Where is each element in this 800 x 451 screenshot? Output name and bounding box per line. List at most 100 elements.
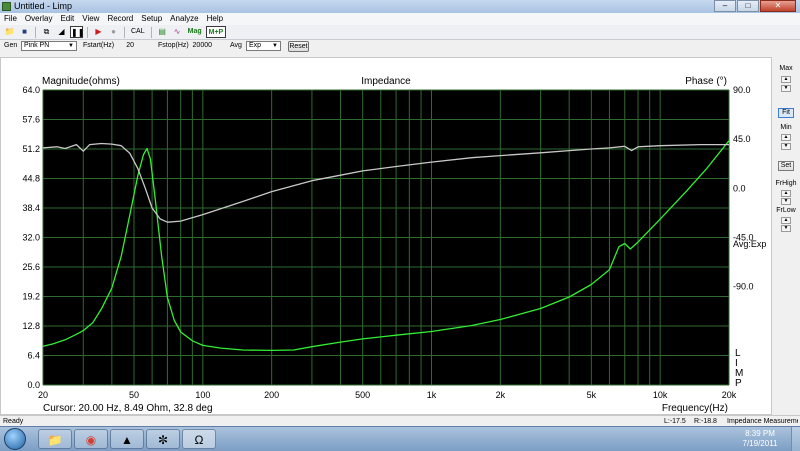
menu-view[interactable]: View <box>78 13 103 25</box>
fstart-field[interactable]: 20 <box>116 41 134 51</box>
y2-tick-label: -90.0 <box>733 282 754 292</box>
save-icon[interactable]: ■ <box>18 26 31 38</box>
menu-analyze[interactable]: Analyze <box>166 13 202 25</box>
y-tick-label: 25.6 <box>22 262 40 272</box>
max-spin-down[interactable]: ▼ <box>781 85 791 92</box>
menu-help[interactable]: Help <box>203 13 227 25</box>
min-spin-up[interactable]: ▲ <box>781 134 791 141</box>
frhigh-spin-down[interactable]: ▼ <box>781 198 791 205</box>
x-tick-label: 2k <box>496 390 506 400</box>
chrome-icon: ◉ <box>85 433 97 447</box>
menu-bar: File Overlay Edit View Record Setup Anal… <box>0 13 800 25</box>
y-tick-label: 64.0 <box>22 85 40 95</box>
taskbar-chrome[interactable]: ◉ <box>74 429 108 449</box>
mag-button[interactable]: Mag <box>186 26 204 38</box>
taskbar-limp[interactable]: Ω <box>182 429 216 449</box>
frhigh-label: FrHigh <box>775 180 797 187</box>
y-axis-title: Magnitude(ohms) <box>42 76 120 87</box>
x-axis-title: Frequency(Hz) <box>662 403 728 414</box>
chevron-down-icon: ▼ <box>68 43 74 49</box>
toolbar-separator <box>35 26 36 38</box>
x-tick-label: 1k <box>427 390 437 400</box>
minimize-button[interactable]: – <box>714 0 736 12</box>
window-controls: – □ ✕ <box>714 0 796 13</box>
set-button[interactable]: Set <box>778 161 794 171</box>
reset-button[interactable]: Reset <box>288 41 309 52</box>
show-desktop-button[interactable] <box>791 427 800 451</box>
spiral-icon: ✼ <box>157 433 169 447</box>
gen-select-value: Pink PN <box>24 42 50 49</box>
x-tick-label: 500 <box>355 390 370 400</box>
menu-record[interactable]: Record <box>103 13 137 25</box>
impedance-chart[interactable]: 0.0 6.4 12.8 19.2 25.6 32.0 38.4 44.8 51.2 57.6 64… <box>1 58 771 414</box>
mag-phase-button[interactable]: M+P <box>205 26 227 38</box>
taskbar: 📁 ◉ ▲ ✼ Ω 8:39 PM 7/19/2011 <box>0 426 800 451</box>
gen-select[interactable]: Pink PN ▼ <box>21 41 77 51</box>
frhigh-spin-up[interactable]: ▲ <box>781 190 791 197</box>
frlow-spin-up[interactable]: ▲ <box>781 217 791 224</box>
y-tick-label: 57.6 <box>22 115 40 125</box>
clock[interactable]: 8:39 PM 7/19/2011 <box>730 429 790 449</box>
frlow-label: FrLow <box>776 207 796 214</box>
toolbar-separator <box>150 26 152 38</box>
chart-title: Impedance <box>361 76 411 87</box>
cursor-icon[interactable]: ◢ <box>55 26 68 38</box>
menu-file[interactable]: File <box>0 13 21 25</box>
y2-tick-label: 0.0 <box>733 183 746 193</box>
y-tick-label: 6.4 <box>27 351 40 361</box>
omega-icon: Ω <box>194 433 204 447</box>
menu-overlay[interactable]: Overlay <box>21 13 57 25</box>
record-play-icon[interactable]: ▶ <box>92 26 105 38</box>
avg-annotation: Avg:Exp <box>733 239 766 249</box>
taskbar-explorer[interactable]: 📁 <box>38 429 72 449</box>
cursor-readout: Cursor: 20.00 Hz, 8.49 Ohm, 32.8 deg <box>43 403 213 414</box>
max-spin-up[interactable]: ▲ <box>781 76 791 83</box>
y2-axis-title: Phase (°) <box>685 76 727 87</box>
avg-select[interactable]: Exp ▼ <box>246 41 281 51</box>
open-folder-icon[interactable]: 📁 <box>3 26 16 38</box>
start-button[interactable] <box>4 428 26 450</box>
y-tick-label: 44.8 <box>22 174 40 184</box>
generator-row: Gen Pink PN ▼ Fstart(Hz) 20 Fstop(Hz) 20… <box>0 40 800 54</box>
toolbar-separator <box>87 26 88 38</box>
cal-button[interactable]: CAL <box>129 26 147 38</box>
pause-icon[interactable]: ❚❚ <box>70 26 84 38</box>
cat-icon: ▲ <box>121 433 133 447</box>
menu-edit[interactable]: Edit <box>56 13 78 25</box>
title-bar: Untitled - Limp – □ ✕ <box>0 0 800 13</box>
y-tick-label: 32.0 <box>22 233 40 243</box>
x-tick-label: 50 <box>129 390 139 400</box>
x-tick-label: 100 <box>195 390 210 400</box>
y2-tick-label: 45.0 <box>733 134 751 144</box>
x-tick-label: 20 <box>38 390 48 400</box>
scale-panel: Max ▲ ▼ Fit Min ▲ ▼ Set FrHigh ▲ ▼ FrLow… <box>772 57 800 415</box>
graph-panel: 0.0 6.4 12.8 19.2 25.6 32.0 38.4 44.8 51.2 57.6 64… <box>0 57 772 415</box>
maximize-button[interactable]: □ <box>737 0 759 12</box>
taskbar-app[interactable]: ▲ <box>110 429 144 449</box>
close-button[interactable]: ✕ <box>760 0 796 12</box>
avg-label: Avg <box>230 42 242 49</box>
fstart-label: Fstart(Hz) <box>83 42 115 49</box>
y2-tick-label: 90.0 <box>733 85 751 95</box>
copy-icon[interactable]: ⧉ <box>40 26 53 38</box>
toolbar: 📁 ■ ⧉ ◢ ❚❚ ▶ ● CAL ▤ ∿ Mag M+P <box>0 25 800 40</box>
min-spin-down[interactable]: ▼ <box>781 143 791 150</box>
wave-icon[interactable]: ∿ <box>171 26 184 38</box>
taskbar-app[interactable]: ✼ <box>146 429 180 449</box>
max-label: Max <box>779 65 793 72</box>
stop-icon[interactable]: ● <box>107 26 120 38</box>
frlow-spin-down[interactable]: ▼ <box>781 225 791 232</box>
x-tick-label: 200 <box>264 390 279 400</box>
fit-button[interactable]: Fit <box>778 108 794 118</box>
limp-letter: P <box>735 378 742 389</box>
x-tick-label: 10k <box>653 390 668 400</box>
clock-date: 7/19/2011 <box>742 439 778 448</box>
avg-select-value: Exp <box>249 42 262 49</box>
min-label: Min <box>780 124 792 131</box>
fstop-field[interactable]: 20000 <box>188 41 212 51</box>
x-tick-label: 5k <box>587 390 597 400</box>
overlay-hatch-icon[interactable]: ▤ <box>156 26 169 38</box>
menu-setup[interactable]: Setup <box>137 13 166 25</box>
gen-label: Gen <box>4 42 18 49</box>
y-tick-label: 38.4 <box>22 203 40 213</box>
